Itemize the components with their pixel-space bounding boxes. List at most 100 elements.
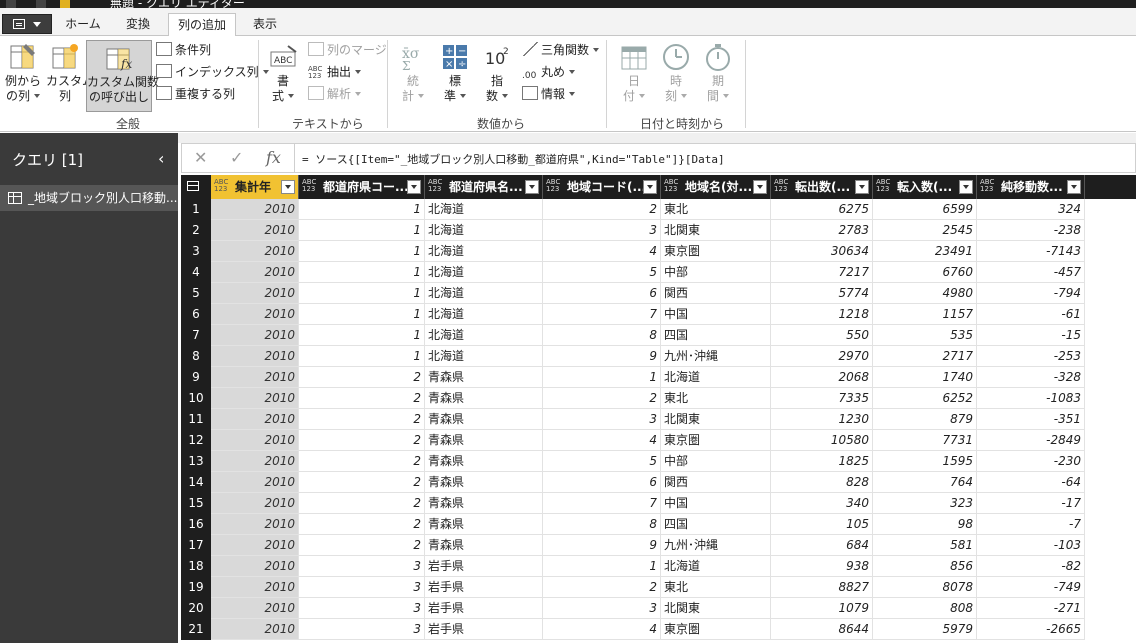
extract-button[interactable]: ABC 123 抽出 bbox=[308, 62, 362, 82]
table-cell[interactable]: 2068 bbox=[771, 367, 873, 388]
table-cell[interactable]: 581 bbox=[873, 535, 977, 556]
table-cell[interactable]: -2665 bbox=[977, 619, 1085, 640]
table-cell[interactable]: 青森県 bbox=[425, 493, 543, 514]
table-cell[interactable]: 2010 bbox=[211, 283, 299, 304]
save-icon[interactable] bbox=[36, 0, 46, 8]
table-cell[interactable]: -238 bbox=[977, 220, 1085, 241]
table-cell[interactable]: 中部 bbox=[661, 262, 771, 283]
table-cell[interactable]: 九州･沖縄 bbox=[661, 346, 771, 367]
table-cell[interactable]: 3 bbox=[299, 556, 425, 577]
table-cell[interactable]: 6760 bbox=[873, 262, 977, 283]
table-row[interactable]: 17 2010 2 青森県 9 九州･沖縄 684 581 -103 bbox=[181, 535, 1136, 556]
table-cell[interactable]: 2010 bbox=[211, 367, 299, 388]
table-cell[interactable]: 東京圏 bbox=[661, 241, 771, 262]
table-cell[interactable]: 2717 bbox=[873, 346, 977, 367]
table-cell[interactable]: 535 bbox=[873, 325, 977, 346]
table-cell[interactable]: 2783 bbox=[771, 220, 873, 241]
table-cell[interactable]: 1 bbox=[299, 262, 425, 283]
row-number[interactable]: 17 bbox=[181, 535, 211, 556]
table-cell[interactable]: 98 bbox=[873, 514, 977, 535]
table-row[interactable]: 13 2010 2 青森県 5 中部 1825 1595 -230 bbox=[181, 451, 1136, 472]
row-number[interactable]: 16 bbox=[181, 514, 211, 535]
formula-input[interactable]: = ソース{[Item="_地域ブロック別人口移動_都道府県",Kind="Ta… bbox=[302, 151, 725, 167]
table-cell[interactable]: 中国 bbox=[661, 493, 771, 514]
statistics-button[interactable]: x̄σ Σ 統 計 bbox=[394, 40, 432, 112]
row-number[interactable]: 1 bbox=[181, 199, 211, 220]
table-cell[interactable]: 北海道 bbox=[425, 283, 543, 304]
table-cell[interactable]: 550 bbox=[771, 325, 873, 346]
table-cell[interactable]: 8 bbox=[543, 325, 661, 346]
tab-home[interactable]: ホーム bbox=[58, 13, 108, 36]
row-number[interactable]: 15 bbox=[181, 493, 211, 514]
table-cell[interactable]: 1825 bbox=[771, 451, 873, 472]
table-cell[interactable]: 684 bbox=[771, 535, 873, 556]
table-cell[interactable]: -64 bbox=[977, 472, 1085, 493]
table-cell[interactable]: 1 bbox=[543, 367, 661, 388]
duplicate-column-button[interactable]: 重複する列 bbox=[156, 84, 235, 104]
column-header[interactable]: ABC 123 都道府県コー... bbox=[299, 175, 425, 199]
table-cell[interactable]: 3 bbox=[543, 598, 661, 619]
row-number[interactable]: 2 bbox=[181, 220, 211, 241]
table-cell[interactable]: 5979 bbox=[873, 619, 977, 640]
table-cell[interactable]: 1 bbox=[299, 241, 425, 262]
column-filter-dropdown-icon[interactable] bbox=[1067, 180, 1081, 194]
column-type-icon[interactable]: ABC 123 bbox=[302, 179, 316, 193]
table-cell[interactable]: 青森県 bbox=[425, 472, 543, 493]
table-cell[interactable]: 東北 bbox=[661, 388, 771, 409]
column-from-examples-button[interactable]: 例から の列 bbox=[2, 40, 44, 112]
column-type-icon[interactable]: ABC 123 bbox=[546, 179, 560, 193]
index-column-button[interactable]: インデックス列 bbox=[156, 62, 269, 82]
row-number[interactable]: 10 bbox=[181, 388, 211, 409]
column-header[interactable]: ABC 123 純移動数... bbox=[977, 175, 1085, 199]
table-cell[interactable]: 九州･沖縄 bbox=[661, 535, 771, 556]
table-cell[interactable]: 2010 bbox=[211, 199, 299, 220]
table-row[interactable]: 3 2010 1 北海道 4 東京圏 30634 23491 -7143 bbox=[181, 241, 1136, 262]
cancel-icon[interactable]: ✕ bbox=[194, 148, 207, 167]
table-cell[interactable]: -61 bbox=[977, 304, 1085, 325]
table-cell[interactable]: 北海道 bbox=[425, 199, 543, 220]
column-filter-dropdown-icon[interactable] bbox=[753, 180, 767, 194]
table-cell[interactable]: 1157 bbox=[873, 304, 977, 325]
table-cell[interactable]: 1 bbox=[299, 304, 425, 325]
table-cell[interactable]: 岩手県 bbox=[425, 598, 543, 619]
column-filter-dropdown-icon[interactable] bbox=[525, 180, 539, 194]
column-type-icon[interactable]: ABC 123 bbox=[876, 179, 890, 193]
table-cell[interactable]: 2010 bbox=[211, 535, 299, 556]
table-cell[interactable]: 北関東 bbox=[661, 598, 771, 619]
row-number[interactable]: 18 bbox=[181, 556, 211, 577]
table-cell[interactable]: -457 bbox=[977, 262, 1085, 283]
table-cell[interactable]: 8078 bbox=[873, 577, 977, 598]
table-cell[interactable]: 北海道 bbox=[425, 346, 543, 367]
row-number[interactable]: 19 bbox=[181, 577, 211, 598]
row-number[interactable]: 3 bbox=[181, 241, 211, 262]
row-number[interactable]: 8 bbox=[181, 346, 211, 367]
table-cell[interactable]: 2010 bbox=[211, 619, 299, 640]
table-cell[interactable]: -271 bbox=[977, 598, 1085, 619]
table-cell[interactable]: 105 bbox=[771, 514, 873, 535]
table-cell[interactable]: 岩手県 bbox=[425, 556, 543, 577]
column-header[interactable]: ABC 123 都道府県名... bbox=[425, 175, 543, 199]
table-cell[interactable]: 9 bbox=[543, 346, 661, 367]
table-cell[interactable]: 2010 bbox=[211, 472, 299, 493]
table-cell[interactable]: 1 bbox=[299, 220, 425, 241]
format-button[interactable]: ABC 書 式 bbox=[264, 40, 302, 112]
table-cell[interactable]: 1595 bbox=[873, 451, 977, 472]
table-cell[interactable]: 2010 bbox=[211, 451, 299, 472]
table-cell[interactable]: 2 bbox=[299, 472, 425, 493]
table-cell[interactable]: 764 bbox=[873, 472, 977, 493]
table-cell[interactable]: 関西 bbox=[661, 472, 771, 493]
column-filter-dropdown-icon[interactable] bbox=[407, 180, 421, 194]
table-cell[interactable]: 東北 bbox=[661, 199, 771, 220]
table-cell[interactable]: 中部 bbox=[661, 451, 771, 472]
table-cell[interactable]: 北海道 bbox=[425, 220, 543, 241]
column-type-icon[interactable]: ABC 123 bbox=[214, 179, 228, 193]
table-row[interactable]: 15 2010 2 青森県 7 中国 340 323 -17 bbox=[181, 493, 1136, 514]
table-row[interactable]: 5 2010 1 北海道 6 関西 5774 4980 -794 bbox=[181, 283, 1136, 304]
table-row[interactable]: 7 2010 1 北海道 8 四国 550 535 -15 bbox=[181, 325, 1136, 346]
table-cell[interactable]: 2 bbox=[299, 388, 425, 409]
table-cell[interactable]: -794 bbox=[977, 283, 1085, 304]
table-cell[interactable]: 2 bbox=[299, 451, 425, 472]
table-cell[interactable]: 北海道 bbox=[661, 556, 771, 577]
table-row[interactable]: 4 2010 1 北海道 5 中部 7217 6760 -457 bbox=[181, 262, 1136, 283]
table-cell[interactable]: 6 bbox=[543, 472, 661, 493]
